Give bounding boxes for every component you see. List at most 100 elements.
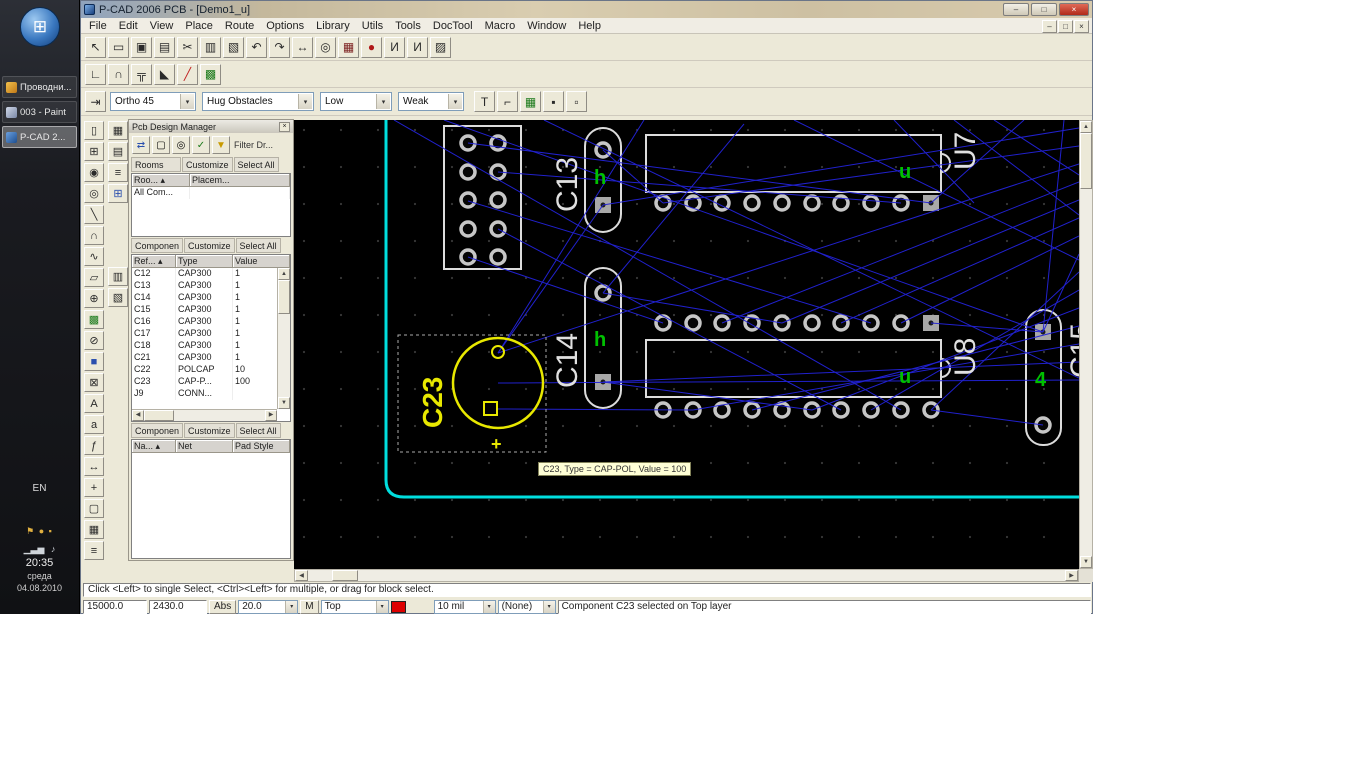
board-icon[interactable]: ▩ xyxy=(200,64,221,85)
via-style-icon[interactable]: T xyxy=(474,91,495,112)
menu-item[interactable]: Place xyxy=(179,20,219,32)
component-row[interactable]: C23 CAP-P... 100 xyxy=(132,376,290,388)
menu-item[interactable]: File xyxy=(83,20,113,32)
zoom-tool-icon[interactable]: ◎ xyxy=(84,184,104,203)
menu-item[interactable]: Utils xyxy=(356,20,389,32)
priority-select[interactable]: Low ▾ xyxy=(320,92,392,111)
panel-titlebar[interactable]: Pcb Design Manager × xyxy=(129,120,293,133)
dm-sheet-icon[interactable]: ▤ xyxy=(108,142,128,161)
bus-route-icon[interactable]: ▪ xyxy=(543,91,564,112)
scroll-thumb[interactable] xyxy=(1080,133,1092,189)
dm-jump-icon[interactable]: ⇄ xyxy=(132,136,150,154)
scroll-down-icon[interactable]: ▼ xyxy=(278,397,290,409)
hook-icon[interactable]: ⌐ xyxy=(497,91,518,112)
layer-color-swatch[interactable] xyxy=(391,601,406,613)
clock[interactable]: 20:35 среда 04.08.2010 xyxy=(0,557,79,593)
menu-item[interactable]: Tools xyxy=(389,20,427,32)
dm-list-icon[interactable]: ≡ xyxy=(108,163,128,182)
component-row[interactable]: C22 POLCAP 10 xyxy=(132,364,290,376)
drc-icon[interactable]: ▦ xyxy=(338,37,359,58)
scroll-right-icon[interactable]: ▶ xyxy=(265,410,277,421)
system-tray-icons[interactable]: ⚑ ● ▪ xyxy=(0,526,79,537)
dm-table-icon[interactable]: ▦ xyxy=(108,121,128,140)
record-macro-icon[interactable]: ● xyxy=(361,37,382,58)
filter-label[interactable]: Filter Dr... xyxy=(234,140,273,150)
x-coordinate-field[interactable]: 15000.0 xyxy=(83,600,147,614)
route-ortho-icon[interactable]: ∟ xyxy=(85,64,106,85)
save-icon[interactable]: ▣ xyxy=(131,37,152,58)
scroll-thumb[interactable] xyxy=(278,280,290,314)
dm-check-icon[interactable]: ✓ xyxy=(192,136,210,154)
mdi-restore-button[interactable]: □ xyxy=(1058,20,1073,33)
canvas-hscrollbar[interactable]: ◀ ▶ xyxy=(294,569,1079,582)
paste-icon[interactable]: ▧ xyxy=(223,37,244,58)
copy-icon[interactable]: ▥ xyxy=(200,37,221,58)
mdi-minimize-button[interactable]: – xyxy=(1042,20,1057,33)
component-row[interactable]: J9 CONN... xyxy=(132,388,290,400)
scroll-left-icon[interactable]: ◀ xyxy=(132,410,144,421)
y-coordinate-field[interactable]: 2430.0 xyxy=(149,600,207,614)
cutout-icon[interactable]: ⊘ xyxy=(84,331,104,350)
scroll-right-icon[interactable]: ▶ xyxy=(1065,570,1078,581)
macro-icon[interactable]: ≡ xyxy=(84,541,104,560)
component-row[interactable]: C13 CAP300 1 xyxy=(132,280,290,292)
rooms-select-all-button[interactable]: Select All xyxy=(234,157,279,172)
edit-nets-icon[interactable]: И xyxy=(384,37,405,58)
place-room-icon[interactable]: ▢ xyxy=(84,499,104,518)
scroll-thumb[interactable] xyxy=(144,410,174,421)
place-via-icon[interactable]: ◉ xyxy=(84,163,104,182)
route-arc-icon[interactable]: ∩ xyxy=(108,64,129,85)
menu-item[interactable]: Library xyxy=(310,20,356,32)
redo-icon[interactable]: ↷ xyxy=(269,37,290,58)
place-line-icon[interactable]: ╲ xyxy=(84,205,104,224)
place-table-icon[interactable]: ▦ xyxy=(84,520,104,539)
dm-zoomto-icon[interactable]: ◎ xyxy=(172,136,190,154)
system-tray-row2[interactable]: ▁▃▅ ♪ xyxy=(0,544,79,555)
keepout-icon[interactable]: ⊠ xyxy=(84,373,104,392)
network-icon[interactable]: ▁▃▅ xyxy=(24,544,45,554)
menu-item[interactable]: DocTool xyxy=(427,20,479,32)
strength-select[interactable]: Weak ▾ xyxy=(398,92,464,111)
target-icon[interactable]: + xyxy=(84,478,104,497)
volume-icon[interactable]: ♪ xyxy=(51,544,56,554)
component-row[interactable]: C14 CAP300 1 xyxy=(132,292,290,304)
open-icon[interactable]: ▭ xyxy=(108,37,129,58)
scroll-down-icon[interactable]: ▼ xyxy=(1080,556,1092,568)
abs-rel-button[interactable]: Abs xyxy=(209,600,236,614)
route-t-icon[interactable]: ╦ xyxy=(131,64,152,85)
panel-close-icon[interactable]: × xyxy=(279,122,290,132)
grid-select[interactable]: 20.0▾ xyxy=(238,600,298,614)
component-row[interactable]: C18 CAP300 1 xyxy=(132,340,290,352)
ortho-mode-select[interactable]: Ortho 45 ▾ xyxy=(110,92,196,111)
scroll-up-icon[interactable]: ▲ xyxy=(1080,121,1092,133)
start-button[interactable]: ⊞ xyxy=(20,7,60,47)
components-hscrollbar[interactable]: ◀ ▶ xyxy=(132,409,277,421)
components-select-all-button[interactable]: Select All xyxy=(236,238,281,253)
obstacle-mode-select[interactable]: Hug Obstacles ▾ xyxy=(202,92,314,111)
components-vscrollbar[interactable]: ▲ ▼ xyxy=(277,268,290,409)
rooms-row[interactable]: All Com... xyxy=(132,187,290,199)
menu-item[interactable]: Edit xyxy=(113,20,144,32)
net-select[interactable]: (None)▾ xyxy=(498,600,556,614)
nets-select-all-button[interactable]: Select All xyxy=(236,423,281,438)
menu-item[interactable]: View xyxy=(144,20,180,32)
component-row[interactable]: C16 CAP300 1 xyxy=(132,316,290,328)
taskbar-item-paint[interactable]: 003 - Paint xyxy=(2,101,77,123)
line-width-select[interactable]: 10 mil▾ xyxy=(434,600,496,614)
menu-item[interactable]: Route xyxy=(219,20,260,32)
library-icon[interactable]: ▨ xyxy=(430,37,451,58)
dm-grid-icon[interactable]: ⊞ xyxy=(108,184,128,203)
taskbar-item-pcad[interactable]: P-CAD 2... xyxy=(2,126,77,148)
copper-pour-icon[interactable]: ▩ xyxy=(84,310,104,329)
scroll-left-icon[interactable]: ◀ xyxy=(295,570,308,581)
dm-filter-icon[interactable]: ▼ xyxy=(212,136,230,154)
place-field-icon[interactable]: ƒ xyxy=(84,436,104,455)
component-row[interactable]: C12 CAP300 1 xyxy=(132,268,290,280)
print-icon[interactable]: ▤ xyxy=(154,37,175,58)
route-diagonal-icon[interactable]: ╱ xyxy=(177,64,198,85)
dm-copy-icon[interactable]: ▥ xyxy=(108,267,128,286)
place-point-icon[interactable]: ⊕ xyxy=(84,289,104,308)
place-text-icon[interactable]: A xyxy=(84,394,104,413)
component-row[interactable]: C15 CAP300 1 xyxy=(132,304,290,316)
scroll-thumb[interactable] xyxy=(332,570,358,581)
